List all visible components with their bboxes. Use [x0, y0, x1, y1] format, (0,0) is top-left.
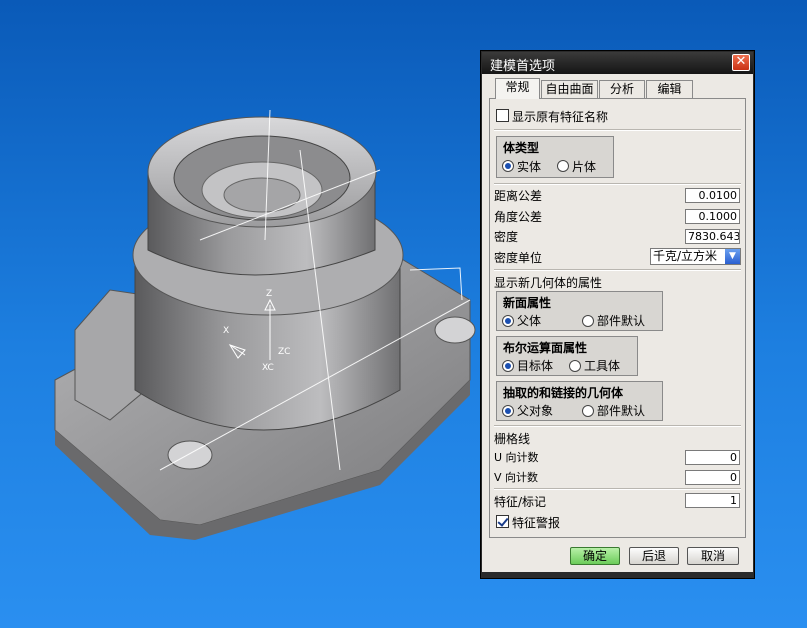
radio-parent-body[interactable]: [502, 315, 514, 327]
radio-parent-object[interactable]: [502, 405, 514, 417]
feature-warning-checkbox[interactable]: [496, 515, 509, 528]
density-input[interactable]: 7830.6436: [685, 229, 740, 244]
radio-tool-body[interactable]: [569, 360, 581, 372]
axis-label-z: Z: [266, 289, 272, 299]
v-count-label: V 向计数: [494, 471, 539, 484]
tab-edit[interactable]: 编辑: [646, 80, 693, 98]
modeling-preferences-dialog: 建模首选项 ✕ 常规 自由曲面 分析 编辑 显示原有特征名称 体类型 实体 片体…: [481, 51, 754, 578]
divider: [494, 183, 741, 185]
u-count-label: U 向计数: [494, 451, 539, 464]
density-unit-value: 千克/立方米: [653, 249, 718, 263]
show-feature-name-checkbox[interactable]: [496, 109, 509, 122]
feature-warning-label: 特征警报: [512, 516, 561, 530]
radio-part-default[interactable]: [582, 315, 594, 327]
dialog-bottom-border: [482, 572, 753, 577]
radio-solid-label: 实体: [517, 160, 542, 174]
divider: [494, 488, 741, 490]
axis-label-x: X: [223, 326, 229, 336]
dialog-title: 建模首选项: [490, 59, 556, 74]
ok-button[interactable]: 确定: [570, 547, 620, 565]
dialog-titlebar[interactable]: 建模首选项 ✕: [482, 52, 753, 74]
radio-sheet-label: 片体: [572, 160, 597, 174]
distance-tolerance-input[interactable]: 0.0100: [685, 188, 740, 203]
close-button[interactable]: ✕: [732, 54, 750, 71]
radio-sheet[interactable]: [557, 160, 569, 172]
density-unit-label: 密度单位: [494, 251, 543, 265]
boolean-face-props-title: 布尔运算面属性: [503, 341, 588, 355]
extracted-geometry-group: 抽取的和链接的几何体 父对象 部件默认: [496, 381, 663, 421]
axis-label-xc: XC: [262, 363, 274, 373]
extracted-geometry-title: 抽取的和链接的几何体: [503, 386, 624, 400]
radio-parent-body-label: 父体: [517, 314, 542, 328]
u-count-input[interactable]: 0: [685, 450, 740, 465]
density-unit-select[interactable]: 千克/立方米 ▼: [650, 248, 741, 265]
radio-target-body-label: 目标体: [517, 359, 554, 373]
cancel-button[interactable]: 取消: [687, 547, 739, 565]
feature-tag-label: 特征/标记: [494, 495, 547, 509]
radio-part-default-label: 部件默认: [597, 314, 646, 328]
radio-target-body[interactable]: [502, 360, 514, 372]
radio-solid[interactable]: [502, 160, 514, 172]
density-label: 密度: [494, 230, 519, 244]
divider: [494, 269, 741, 271]
body-type-group: 体类型 实体 片体: [496, 136, 614, 178]
angle-tolerance-input[interactable]: 0.1000: [685, 209, 740, 224]
divider: [494, 425, 741, 427]
radio-parent-object-label: 父对象: [517, 404, 554, 418]
new-face-props-group: 新面属性 父体 部件默认: [496, 291, 663, 331]
tab-general[interactable]: 常规: [495, 78, 540, 99]
tab-freeform[interactable]: 自由曲面: [541, 80, 598, 98]
boolean-face-props-group: 布尔运算面属性 目标体 工具体: [496, 336, 638, 376]
v-count-input[interactable]: 0: [685, 470, 740, 485]
angle-tolerance-label: 角度公差: [494, 210, 543, 224]
body-type-title: 体类型: [503, 141, 540, 155]
chevron-down-icon: ▼: [725, 249, 740, 264]
new-geometry-section-label: 显示新几何体的属性: [494, 276, 603, 290]
back-button[interactable]: 后退: [629, 547, 679, 565]
grid-lines-label: 栅格线: [494, 432, 531, 446]
new-face-props-title: 新面属性: [503, 296, 552, 310]
feature-tag-input[interactable]: 1: [685, 493, 740, 508]
distance-tolerance-label: 距离公差: [494, 189, 543, 203]
radio-tool-body-label: 工具体: [584, 359, 621, 373]
tab-analysis[interactable]: 分析: [599, 80, 645, 98]
divider: [494, 129, 741, 131]
axis-label-zc: ZC: [278, 347, 290, 357]
radio-part-default-extracted[interactable]: [582, 405, 594, 417]
general-panel: 显示原有特征名称 体类型 实体 片体 距离公差 0.0100 角度公差 0.10…: [489, 98, 746, 538]
radio-part-default-extracted-label: 部件默认: [597, 404, 646, 418]
show-feature-name-label: 显示原有特征名称: [512, 110, 609, 124]
